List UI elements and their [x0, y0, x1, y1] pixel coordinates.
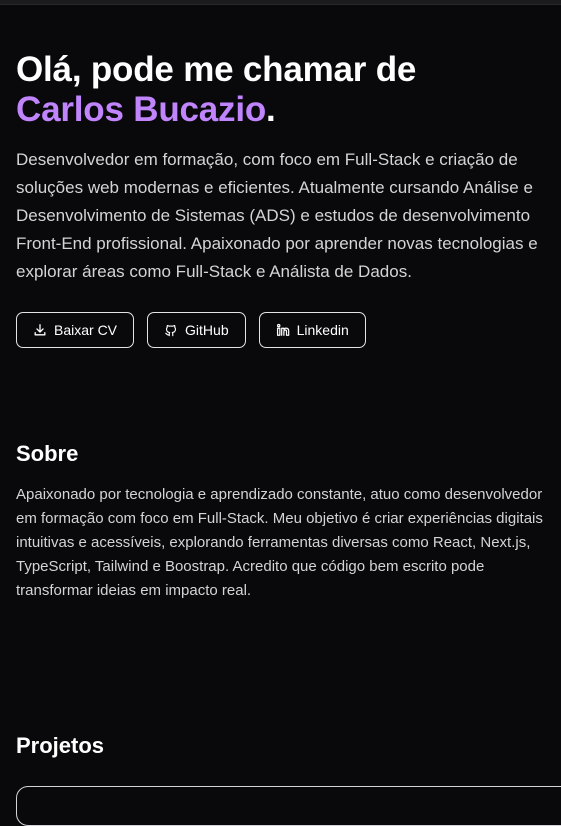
- download-cv-button[interactable]: Baixar CV: [16, 312, 135, 348]
- linkedin-label: Linkedin: [296, 322, 349, 338]
- download-cv-label: Baixar CV: [54, 322, 118, 338]
- hero-title-prefix: Olá, pode me chamar de: [16, 50, 417, 89]
- hero-buttons: Baixar CV GitHub Linkedin: [16, 312, 546, 348]
- sobre-text: Apaixonado por tecnologia e aprendizado …: [16, 486, 543, 599]
- hero-name: Carlos Bucazio: [16, 90, 267, 129]
- sobre-title: Sobre: [16, 441, 79, 466]
- github-label: GitHub: [185, 322, 229, 338]
- hero-description: Desenvolvedor em formação, com foco em F…: [16, 150, 538, 281]
- github-button[interactable]: GitHub: [147, 312, 246, 348]
- project-card[interactable]: [16, 786, 561, 826]
- download-icon: [33, 323, 47, 337]
- projetos-title: Projetos: [16, 733, 105, 758]
- hero-title-suffix: .: [266, 90, 276, 129]
- linkedin-icon: [276, 323, 290, 337]
- top-bar: [0, 0, 561, 5]
- hero-title: Olá, pode me chamar de Carlos Bucazio.: [16, 50, 546, 130]
- github-icon: [164, 323, 178, 337]
- hero-section: Olá, pode me chamar de Carlos Bucazio. De…: [16, 50, 546, 348]
- linkedin-button[interactable]: Linkedin: [258, 312, 366, 348]
